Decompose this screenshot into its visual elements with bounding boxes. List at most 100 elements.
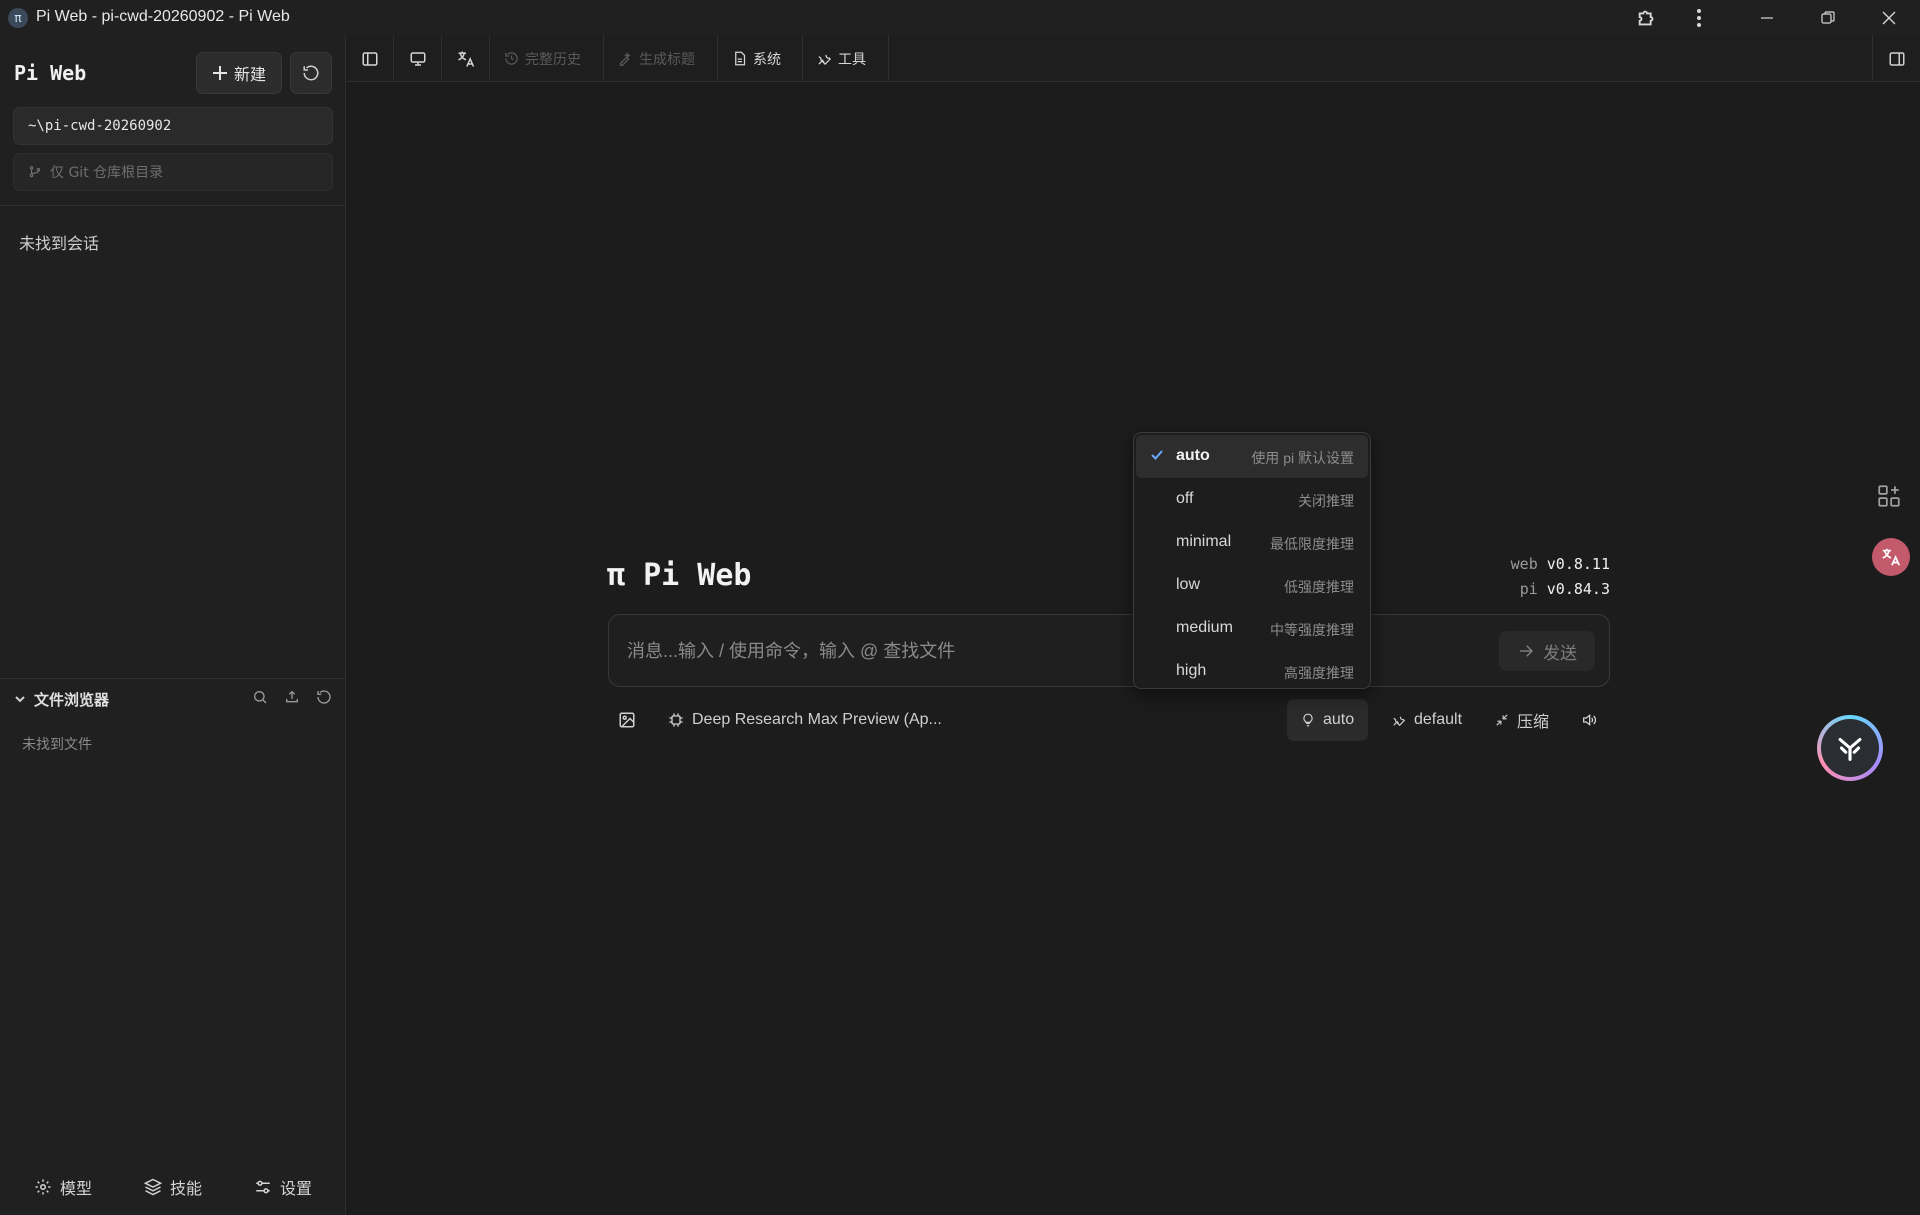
system-button[interactable]: 系统 [718, 35, 803, 82]
restore-button[interactable] [1805, 0, 1851, 35]
file-browser-actions [252, 689, 332, 705]
wrench-icon [1393, 716, 1406, 727]
model-selector-label: Deep Research Max Preview (Ap... [692, 711, 942, 728]
thinking-level-button[interactable]: auto [1287, 699, 1369, 741]
tools-button[interactable]: 工具 [803, 35, 889, 82]
search-icon[interactable] [252, 689, 268, 705]
nav-settings-label: 设置 [280, 1179, 313, 1198]
thinking-option-medium[interactable]: medium 中等强度推理 [1136, 607, 1368, 650]
version-info: web v0.8.11 pi v0.84.3 [1480, 552, 1610, 602]
assistant-avatar-button[interactable] [1817, 715, 1883, 781]
minimize-button[interactable] [1744, 0, 1790, 35]
web-version-value: v0.8.11 [1546, 555, 1610, 573]
thinking-option-desc: 低强度推理 [1284, 579, 1354, 595]
sidebar: Pi Web 新建 ~\pi-cwd-20260902 仅 Git 仓库根目录 … [0, 35, 346, 1215]
lightbulb-icon [1303, 713, 1313, 727]
thinking-option-desc: 中等强度推理 [1270, 622, 1354, 638]
history-icon [505, 52, 518, 65]
send-button[interactable]: 发送 [1499, 631, 1595, 671]
toggle-right-panel-button[interactable] [1872, 35, 1920, 82]
nav-settings[interactable]: 设置 [254, 1175, 312, 1199]
thinking-option-label: off [1176, 490, 1194, 507]
toggle-sidebar-button[interactable] [347, 35, 394, 82]
hero-title: π Pi Web [607, 558, 752, 593]
refresh-icon[interactable] [316, 689, 332, 705]
thinking-option-high[interactable]: high 高强度推理 [1136, 650, 1368, 693]
hero-title-text: Pi Web [643, 558, 752, 593]
upload-icon[interactable] [284, 689, 300, 705]
thinking-option-label: high [1176, 662, 1207, 679]
empty-files-text: 未找到文件 [22, 737, 92, 753]
nav-skills-label: 技能 [170, 1179, 203, 1198]
apps-widget-button[interactable] [1876, 483, 1902, 509]
translate-icon [1882, 548, 1901, 566]
thinking-option-auto[interactable]: auto 使用 pi 默认设置 [1136, 435, 1368, 478]
attach-image-button[interactable] [618, 700, 636, 740]
sliders-icon [256, 1180, 270, 1194]
file-browser-title: 文件浏览器 [34, 690, 110, 709]
git-filter-placeholder: 仅 Git 仓库根目录 [50, 165, 164, 181]
magic-pen-icon [619, 52, 631, 66]
layers-icon [144, 1178, 162, 1196]
composer-options-bar: Deep Research Max Preview (Ap... auto de… [608, 699, 1610, 741]
git-filter-input[interactable]: 仅 Git 仓库根目录 [13, 153, 333, 191]
sidebar-brand: Pi Web [14, 61, 87, 85]
thinking-option-low[interactable]: low 低强度推理 [1136, 564, 1368, 607]
file-browser-header[interactable]: 文件浏览器 [0, 679, 346, 719]
wrench-icon [818, 54, 831, 66]
translate-button[interactable] [442, 35, 490, 82]
close-button[interactable] [1866, 0, 1912, 35]
system-label: 系统 [753, 51, 781, 68]
translate-widget-button[interactable] [1872, 538, 1910, 576]
refresh-icon [303, 65, 319, 81]
apps-sparkle-icon [1878, 485, 1900, 507]
thinking-option-off[interactable]: off 关闭推理 [1136, 478, 1368, 521]
full-history-label: 完整历史 [525, 51, 581, 68]
assistant-logo-icon [1838, 737, 1862, 761]
new-session-button[interactable]: 新建 [196, 52, 282, 94]
refresh-sessions-button[interactable] [290, 52, 332, 94]
tools-label: 工具 [838, 51, 866, 68]
sidebar-icon [362, 51, 378, 66]
extensions-button[interactable] [1624, 0, 1670, 35]
app-icon: π [8, 8, 28, 28]
empty-sessions-text: 未找到会话 [19, 234, 100, 253]
thinking-level-menu: auto 使用 pi 默认设置 off 关闭推理 minimal 最低限度推理 … [1133, 432, 1371, 689]
model-selector[interactable]: Deep Research Max Preview (Ap... [668, 700, 942, 740]
thinking-option-label: auto [1176, 447, 1210, 464]
arrow-right-icon [1520, 645, 1534, 657]
git-branch-icon [29, 166, 41, 178]
puzzle-icon [1638, 10, 1654, 25]
full-history-button[interactable]: 完整历史 [490, 35, 604, 82]
new-session-label: 新建 [233, 65, 266, 84]
cwd-input[interactable]: ~\pi-cwd-20260902 [13, 107, 333, 145]
sound-toggle-button[interactable] [1581, 700, 1597, 740]
generate-title-label: 生成标题 [639, 51, 695, 68]
right-panel-icon [1889, 51, 1904, 66]
generate-title-button[interactable]: 生成标题 [604, 35, 718, 82]
display-button[interactable] [394, 35, 442, 82]
mode-selector[interactable]: default [1392, 700, 1462, 740]
mode-selector-label: default [1414, 711, 1463, 728]
document-icon [735, 51, 746, 66]
monitor-icon [410, 51, 425, 66]
sidebar-bottom-nav: 模型 技能 设置 [0, 1167, 346, 1207]
close-icon [1882, 11, 1896, 24]
thinking-option-label: minimal [1176, 533, 1232, 550]
compress-label: 压缩 [1517, 714, 1550, 731]
thinking-option-minimal[interactable]: minimal 最低限度推理 [1136, 521, 1368, 564]
compress-icon [1496, 714, 1508, 726]
nav-models[interactable]: 模型 [34, 1175, 92, 1199]
more-menu-button[interactable] [1676, 0, 1722, 35]
nav-skills[interactable]: 技能 [144, 1175, 202, 1199]
top-toolbar: 完整历史 生成标题 系统 工具 [347, 35, 1920, 82]
speaker-icon [1583, 713, 1597, 727]
compress-button[interactable]: 压缩 [1495, 700, 1549, 740]
thinking-option-desc: 关闭推理 [1298, 493, 1354, 509]
kebab-icon [1697, 8, 1701, 27]
thinking-level-label: auto [1323, 711, 1355, 728]
pi-logo: π [607, 558, 626, 593]
thinking-option-desc: 高强度推理 [1284, 665, 1354, 681]
pi-version-label: pi [1519, 580, 1538, 598]
message-composer: 发送 [608, 614, 1610, 687]
